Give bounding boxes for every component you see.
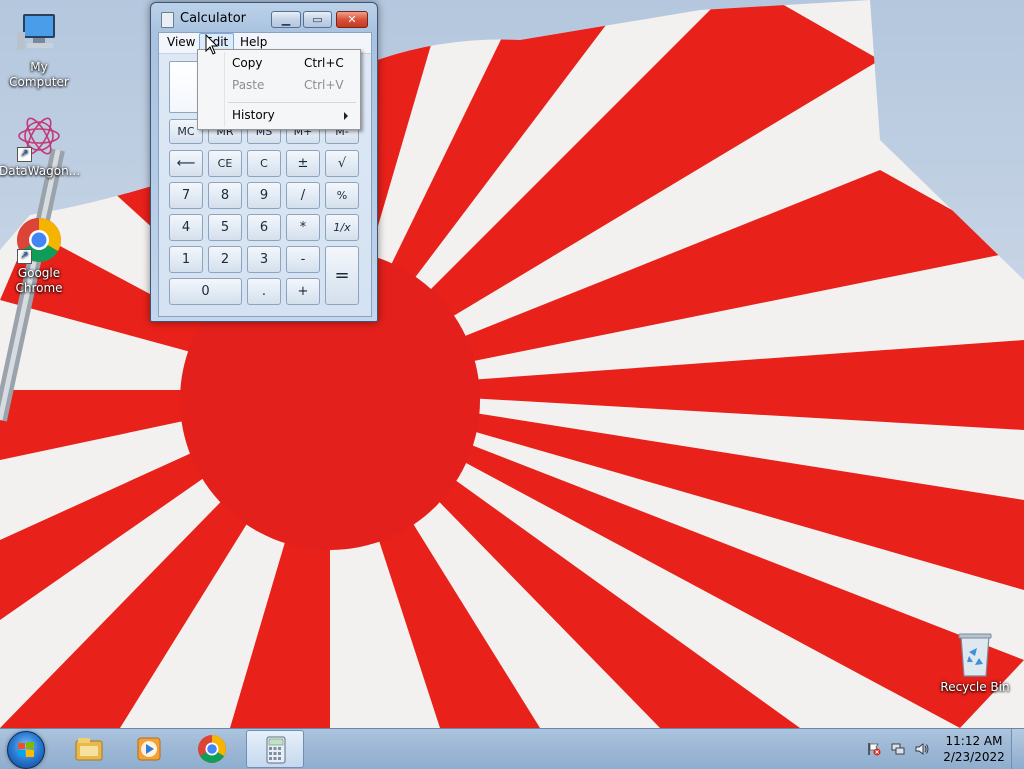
key-6[interactable]: 6 xyxy=(247,214,281,241)
datawagon-icon: ↗ xyxy=(15,114,63,162)
close-button[interactable]: ✕ xyxy=(336,11,368,28)
key-3[interactable]: 3 xyxy=(247,246,281,273)
key-5[interactable]: 5 xyxy=(208,214,242,241)
maximize-button[interactable]: ▭ xyxy=(303,11,332,28)
minimize-icon: ▁ xyxy=(281,13,291,26)
close-icon: ✕ xyxy=(347,13,357,26)
desktop-icon-recycle-bin[interactable]: Recycle Bin xyxy=(935,632,1015,695)
key-decimal[interactable]: . xyxy=(247,278,281,305)
key-backspace[interactable]: ⟵ xyxy=(169,150,203,177)
edit-menu-dropdown: Copy Ctrl+C Paste Ctrl+V History xyxy=(197,49,361,130)
shortcut-arrow-icon: ↗ xyxy=(17,147,32,162)
computer-icon xyxy=(15,10,63,58)
key-0[interactable]: 0 xyxy=(169,278,242,305)
media-player-icon xyxy=(137,737,161,761)
key-7[interactable]: 7 xyxy=(169,182,203,209)
key-clear[interactable]: C xyxy=(247,150,281,177)
menu-view[interactable]: View xyxy=(162,34,200,51)
taskbar-file-explorer[interactable] xyxy=(60,730,118,768)
key-equals[interactable]: = xyxy=(325,246,359,305)
chrome-icon xyxy=(198,735,226,763)
menu-item-label: Paste xyxy=(232,78,265,92)
desktop-icon-label: Google Chrome xyxy=(15,266,63,295)
menu-item-shortcut: Ctrl+C xyxy=(304,56,344,70)
clock-date: 2/23/2022 xyxy=(943,750,1005,764)
calculator-titlebar[interactable]: Calculator ▁ ▭ ✕ xyxy=(151,3,377,33)
key-4[interactable]: 4 xyxy=(169,214,203,241)
clock-time: 11:12 AM xyxy=(945,734,1003,748)
menu-item-shortcut: Ctrl+V xyxy=(304,78,344,92)
submenu-arrow-icon xyxy=(344,112,348,120)
key-plus-minus[interactable]: ± xyxy=(286,150,320,177)
key-add[interactable]: + xyxy=(286,278,320,305)
key-2[interactable]: 2 xyxy=(208,246,242,273)
menu-item-copy[interactable]: Copy Ctrl+C xyxy=(200,52,356,74)
network-icon[interactable] xyxy=(891,742,905,756)
show-desktop-button[interactable] xyxy=(1011,729,1024,769)
desktop-icon-datawagon[interactable]: ↗ DataWagon... xyxy=(0,114,81,179)
key-9[interactable]: 9 xyxy=(247,182,281,209)
calculator-app-icon xyxy=(161,12,174,28)
file-explorer-icon xyxy=(75,738,103,761)
taskbar-media-player[interactable] xyxy=(120,730,178,768)
menu-separator xyxy=(228,102,356,103)
maximize-icon: ▭ xyxy=(312,13,323,26)
volume-icon[interactable] xyxy=(915,742,929,756)
desktop-icon-google-chrome[interactable]: ↗ Google Chrome xyxy=(0,216,79,296)
minimize-button[interactable]: ▁ xyxy=(271,11,301,28)
chrome-icon: ↗ xyxy=(15,216,63,264)
start-button[interactable] xyxy=(7,731,45,769)
key-divide[interactable]: / xyxy=(286,182,320,209)
calculator-icon xyxy=(266,736,286,764)
desktop-icon-my-computer[interactable]: My Computer xyxy=(0,10,79,90)
taskbar-chrome[interactable] xyxy=(183,730,241,768)
system-clock[interactable]: 11:12 AM 2/23/2022 xyxy=(934,733,1014,765)
menu-item-paste: Paste Ctrl+V xyxy=(200,74,356,96)
key-8[interactable]: 8 xyxy=(208,182,242,209)
taskbar-calculator[interactable] xyxy=(246,730,304,768)
desktop-icon-label: My Computer xyxy=(9,60,69,89)
window-title: Calculator xyxy=(180,11,247,26)
mouse-cursor-icon xyxy=(205,34,219,55)
windows-logo-icon xyxy=(18,742,34,757)
shortcut-arrow-icon: ↗ xyxy=(17,249,32,264)
recycle-bin-icon xyxy=(955,632,995,678)
key-reciprocal[interactable]: 1/x xyxy=(325,214,359,241)
key-1[interactable]: 1 xyxy=(169,246,203,273)
action-center-flag-icon[interactable] xyxy=(867,742,881,756)
menu-item-history[interactable]: History xyxy=(200,104,356,126)
desktop-icon-label: Recycle Bin xyxy=(940,680,1010,694)
key-square-root[interactable]: √ xyxy=(325,150,359,177)
key-multiply[interactable]: * xyxy=(286,214,320,241)
key-percent[interactable]: % xyxy=(325,182,359,209)
menu-item-label: Copy xyxy=(232,56,263,70)
key-clear-entry[interactable]: CE xyxy=(208,150,242,177)
taskbar: 11:12 AM 2/23/2022 xyxy=(0,728,1024,769)
desktop-icon-label: DataWagon... xyxy=(0,164,81,178)
key-subtract[interactable]: - xyxy=(286,246,320,273)
menu-item-label: History xyxy=(232,108,275,122)
